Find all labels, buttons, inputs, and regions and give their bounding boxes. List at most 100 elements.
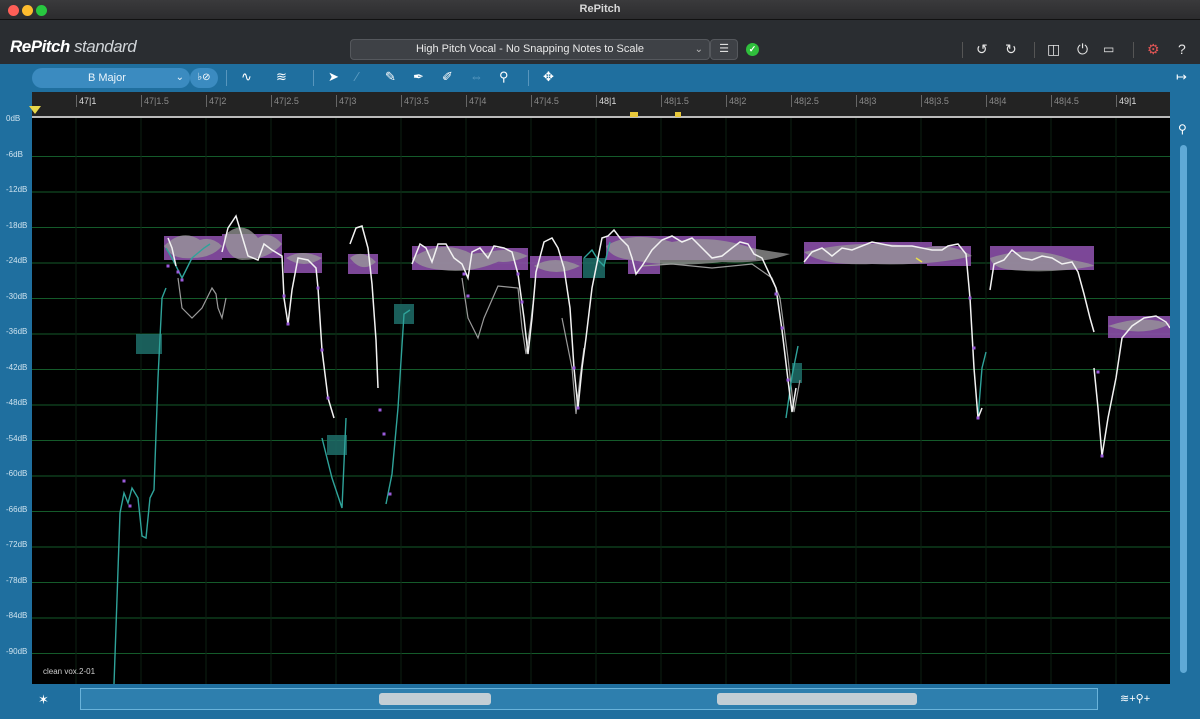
ruler-tick: 48|1 bbox=[596, 95, 616, 107]
ruler-tick: 48|4.5 bbox=[1051, 95, 1079, 107]
anchor-point bbox=[968, 296, 972, 300]
anchor-point bbox=[520, 300, 524, 304]
follow-playhead-icon[interactable]: ↦ bbox=[1176, 69, 1187, 85]
ruler-tick: 47|1.5 bbox=[141, 95, 169, 107]
anchor-point bbox=[320, 348, 324, 352]
key-label: B Major bbox=[88, 72, 126, 84]
divider bbox=[962, 42, 963, 58]
db-label: -18dB bbox=[6, 220, 28, 230]
anchor-points[interactable] bbox=[122, 264, 1104, 508]
unvoiced-notes bbox=[136, 258, 802, 455]
anchor-point bbox=[774, 292, 778, 296]
anchor-point bbox=[282, 294, 286, 298]
ruler-tick: 48|3.5 bbox=[921, 95, 949, 107]
db-label: -48dB bbox=[6, 398, 28, 407]
divider bbox=[1034, 42, 1035, 58]
db-label: -12dB bbox=[6, 185, 28, 194]
ruler-tick: 48|1.5 bbox=[661, 95, 689, 107]
horizontal-zoom-icon[interactable]: ≋+⚲+ bbox=[1120, 692, 1150, 705]
level-ruler: 0dB -6dB -12dB -18dB -24dB -30dB -36dB -42dB -48… bbox=[0, 92, 32, 684]
anchor-point bbox=[786, 378, 790, 382]
preset-selector[interactable]: High Pitch Vocal - No Snapping Notes to … bbox=[350, 39, 710, 60]
anchor-point bbox=[326, 396, 330, 400]
ruler-tick: 48|2 bbox=[726, 95, 746, 107]
timeline-ruler[interactable]: 47|1 47|1.5 47|2 47|2.5 47|3 47|3.5 47|4 47|4.5… bbox=[29, 92, 1170, 118]
redo-icon[interactable]: ↻ bbox=[1005, 42, 1017, 56]
db-label: -24dB bbox=[6, 256, 28, 265]
overview-waveform bbox=[379, 693, 491, 705]
anchor-point bbox=[382, 432, 386, 436]
power-icon[interactable]: ⏻ bbox=[1077, 42, 1088, 56]
pointer-tool-icon[interactable]: ➤ bbox=[328, 69, 339, 85]
divider bbox=[226, 70, 227, 86]
expand-collapse-icon[interactable]: ✶ bbox=[38, 692, 49, 708]
loop-start-marker[interactable] bbox=[630, 112, 638, 117]
db-label: -66dB bbox=[6, 504, 28, 514]
anchor-point bbox=[572, 366, 576, 370]
original-pitch-curve bbox=[561, 317, 585, 415]
level-tool-icon[interactable]: ⇔ bbox=[470, 69, 483, 85]
db-label: -72dB bbox=[6, 540, 28, 549]
db-label: 0dB bbox=[6, 114, 21, 123]
waveform-icon[interactable]: ≋ bbox=[276, 69, 287, 85]
move-tool-icon[interactable]: ✥ bbox=[543, 69, 554, 85]
chevron-down-icon: ⌄ bbox=[694, 44, 703, 55]
anchor-point bbox=[516, 272, 520, 276]
overview-waveform bbox=[717, 693, 917, 705]
ruler-tick: 49|1 bbox=[1116, 95, 1136, 107]
smooth-tool-icon[interactable]: ✐ bbox=[442, 69, 453, 85]
vertical-scrollbar[interactable] bbox=[1180, 145, 1187, 673]
anchor-point bbox=[780, 326, 784, 330]
db-label: -60dB bbox=[6, 469, 28, 478]
zoom-tool-icon[interactable]: ⚲ bbox=[499, 69, 509, 85]
preset-settings-button[interactable]: ☰ bbox=[710, 39, 738, 60]
db-label: -6dB bbox=[6, 149, 23, 159]
undo-icon[interactable]: ↺ bbox=[976, 42, 988, 56]
overview-scrollbar[interactable] bbox=[80, 688, 1098, 710]
preset-label: High Pitch Vocal - No Snapping Notes to … bbox=[415, 43, 645, 55]
pencil-tool-icon[interactable]: ✎ bbox=[385, 69, 396, 85]
anchor-point bbox=[1100, 454, 1104, 458]
db-label: -30dB bbox=[6, 291, 28, 301]
pen-tool-icon[interactable]: ✒ bbox=[413, 69, 424, 85]
chevron-down-icon: ⌄ bbox=[175, 72, 184, 83]
pitch-editor-grid[interactable]: clean vox.2-01 bbox=[32, 118, 1171, 685]
ruler-tick: 47|2.5 bbox=[271, 95, 299, 107]
anchor-point bbox=[972, 346, 976, 350]
anchor-point bbox=[286, 322, 290, 326]
anchor-point bbox=[176, 270, 180, 274]
pitch-editor-canvas[interactable] bbox=[32, 118, 1171, 685]
ruler-tick: 47|1 bbox=[76, 95, 96, 107]
anchor-point bbox=[166, 264, 170, 268]
ruler-tick: 47|2 bbox=[206, 95, 226, 107]
vertical-zoom-icon[interactable]: ⚲ bbox=[1178, 122, 1187, 136]
ruler-tick: 48|2.5 bbox=[791, 95, 819, 107]
app-logo: RePitch standard bbox=[10, 37, 137, 56]
db-label: -84dB bbox=[6, 611, 28, 620]
key-selector[interactable]: B Major ⌄ bbox=[32, 68, 190, 88]
help-icon[interactable]: ? bbox=[1178, 42, 1186, 56]
loop-end-marker[interactable] bbox=[675, 112, 681, 117]
db-label: -36dB bbox=[6, 327, 28, 336]
bottom-bar: ✶ ≋+⚲+ bbox=[0, 684, 1200, 719]
scale-mute-button[interactable]: ♭⊘ bbox=[190, 68, 218, 88]
edit-toolbar: B Major ⌄ ♭⊘ ∿ ≋ ➤ ∕ ✎ ✒ ✐ ⇔ ⚲ ✥ ↦ bbox=[0, 64, 1200, 92]
scale-off-icon: ♭⊘ bbox=[197, 72, 211, 83]
ruler-tick: 47|4.5 bbox=[531, 95, 559, 107]
anchor-point bbox=[462, 272, 466, 276]
db-label: -78dB bbox=[6, 575, 28, 585]
anchor-point bbox=[128, 504, 132, 508]
anchor-point bbox=[388, 492, 392, 496]
anchor-point bbox=[466, 294, 470, 298]
window-controls bbox=[1170, 22, 1192, 32]
columns-icon[interactable]: ◫ bbox=[1047, 42, 1060, 56]
db-label: -90dB bbox=[6, 646, 28, 656]
pitch-curve-icon[interactable]: ∿ bbox=[241, 69, 252, 85]
settings-gear-icon[interactable]: ⚙ bbox=[1147, 42, 1160, 56]
start-marker-icon[interactable] bbox=[29, 106, 41, 114]
window-lock-icon[interactable]: ▭ bbox=[1103, 42, 1114, 56]
anchor-point bbox=[378, 408, 382, 412]
ruler-tick: 47|3 bbox=[336, 95, 356, 107]
line-tool-icon[interactable]: ∕ bbox=[356, 69, 358, 85]
anchor-point bbox=[976, 416, 980, 420]
